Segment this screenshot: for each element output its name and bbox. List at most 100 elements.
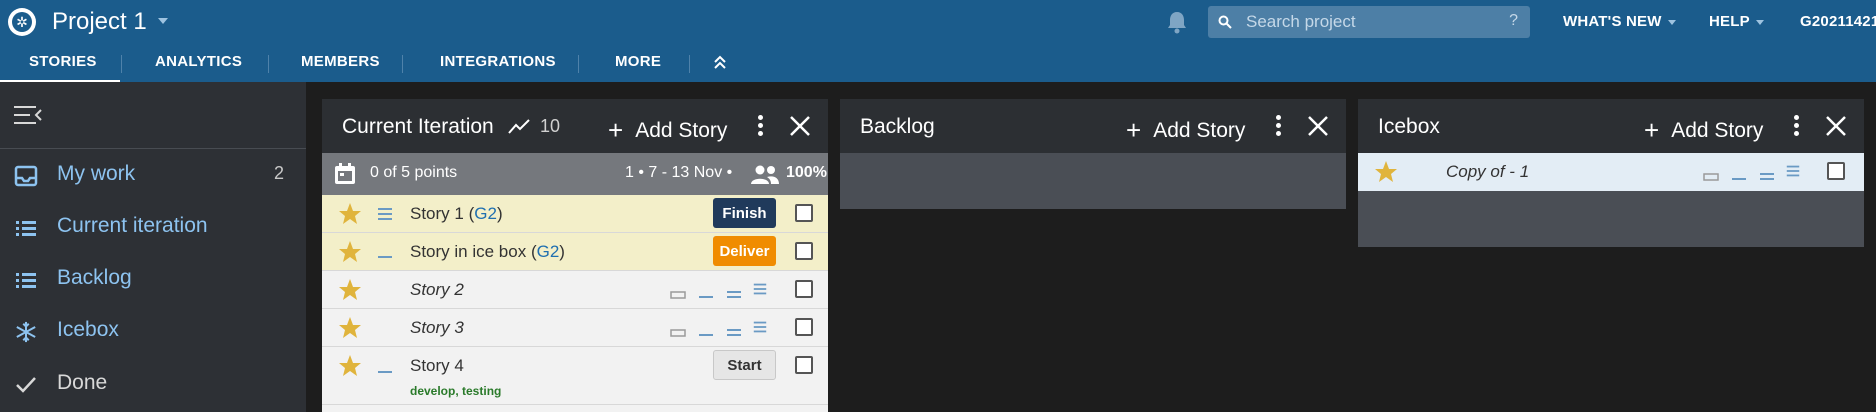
sidebar-item-backlog[interactable]: Backlog	[0, 259, 306, 299]
estimate-one-icon[interactable]	[1731, 165, 1747, 181]
star-icon[interactable]	[338, 354, 362, 378]
estimate-two-icon[interactable]	[1759, 165, 1775, 181]
notification-bell-icon[interactable]	[1166, 10, 1188, 34]
sidebar-item-my-work[interactable]: My work 2	[0, 155, 306, 195]
close-icon[interactable]	[1825, 115, 1847, 137]
project-title[interactable]: Project 1	[52, 8, 147, 36]
estimate-zero-icon[interactable]	[670, 283, 686, 299]
star-icon[interactable]	[338, 202, 362, 226]
collapse-header-icon[interactable]	[712, 54, 728, 70]
add-story-button[interactable]: + Add Story	[608, 113, 727, 145]
sidebar-item-icebox[interactable]: Icebox	[0, 311, 306, 351]
icebox-panel: Icebox + Add Story Copy of - 1	[1358, 99, 1864, 247]
story-row[interactable]: Story 3	[322, 309, 828, 347]
star-icon[interactable]	[338, 316, 362, 340]
add-story-label: Add Story	[1153, 119, 1246, 142]
estimate-three-icon[interactable]	[752, 319, 768, 335]
story-row[interactable]: Story 1 (G2) Finish	[322, 195, 828, 233]
close-icon[interactable]	[789, 115, 811, 137]
help-label: HELP	[1709, 13, 1750, 30]
deliver-button[interactable]: Deliver	[713, 236, 776, 266]
story-row[interactable]: Story in ice box (G2) Deliver	[322, 233, 828, 271]
sidebar-item-done[interactable]: Done	[0, 364, 306, 404]
add-story-button[interactable]: + Add Story	[1126, 113, 1246, 145]
story-title[interactable]: Copy of - 1	[1446, 162, 1529, 182]
sidebar-item-current-iteration[interactable]: Current iteration	[0, 207, 306, 247]
help-menu[interactable]: HELP	[1709, 13, 1764, 30]
search-help-icon[interactable]: ?	[1509, 12, 1518, 30]
calendar-icon	[335, 163, 355, 184]
tab-divider	[402, 55, 403, 73]
velocity-trend-icon	[508, 119, 530, 134]
tab-divider	[268, 55, 269, 73]
iteration-dates: 1 • 7 - 13 Nov •	[625, 164, 733, 181]
whats-new-menu[interactable]: WHAT'S NEW	[1563, 13, 1676, 30]
story-checkbox[interactable]	[1827, 162, 1845, 180]
story-title-close: )	[496, 204, 503, 223]
add-story-button[interactable]: + Add Story	[1644, 113, 1764, 145]
list-icon	[16, 221, 36, 236]
estimate-zero-icon[interactable]	[670, 321, 686, 337]
estimate-zero-icon[interactable]	[1703, 165, 1719, 181]
user-menu[interactable]: G20211421	[1800, 13, 1876, 30]
panel-menu-icon[interactable]	[1794, 115, 1800, 137]
story-checkbox[interactable]	[795, 356, 813, 374]
tab-more[interactable]: MORE	[615, 53, 661, 70]
search-input[interactable]	[1246, 6, 1496, 38]
tab-members[interactable]: MEMBERS	[301, 53, 380, 70]
tab-analytics[interactable]: ANALYTICS	[155, 53, 242, 70]
estimate-three-icon[interactable]	[1785, 163, 1801, 179]
project-dropdown-caret-icon[interactable]	[158, 18, 168, 24]
star-icon[interactable]	[338, 240, 362, 264]
estimate-icon	[378, 371, 392, 373]
story-tag-link[interactable]: G2	[474, 204, 497, 223]
top-bar: ✲ Project 1 ? WHAT'S NEW HELP G20211421	[0, 0, 1876, 44]
estimate-two-icon[interactable]	[726, 283, 742, 299]
sidebar-item-label: Done	[57, 371, 108, 394]
story-title[interactable]: Story 2	[410, 280, 464, 300]
tab-stories[interactable]: STORIES	[29, 53, 97, 70]
start-button[interactable]: Start	[713, 350, 776, 380]
search-box[interactable]: ?	[1208, 6, 1530, 38]
panel-title: Icebox	[1378, 115, 1440, 138]
plus-icon: +	[1126, 115, 1142, 145]
finish-button[interactable]: Finish	[713, 198, 776, 228]
story-row[interactable]: Story 2	[322, 271, 828, 309]
checkmark-icon	[16, 377, 36, 393]
team-icon	[751, 165, 779, 184]
estimate-one-icon[interactable]	[698, 321, 714, 337]
collapse-sidebar-icon[interactable]	[14, 104, 42, 126]
add-story-label: Add Story	[1671, 119, 1764, 142]
tab-integrations[interactable]: INTEGRATIONS	[440, 53, 556, 70]
close-icon[interactable]	[1307, 115, 1329, 137]
story-title[interactable]: Story 4	[410, 356, 464, 376]
iteration-points: 0 of 5 points	[370, 164, 458, 181]
story-title[interactable]: Story in ice box (G2)	[410, 242, 565, 262]
project-tabs: STORIES ANALYTICS MEMBERS INTEGRATIONS M…	[0, 44, 1876, 82]
estimate-one-icon[interactable]	[698, 283, 714, 299]
story-checkbox[interactable]	[795, 242, 813, 260]
list-icon	[16, 273, 36, 288]
story-tag-link[interactable]: G2	[537, 242, 560, 261]
user-name: G20211421	[1800, 13, 1876, 30]
story-checkbox[interactable]	[795, 204, 813, 222]
story-checkbox[interactable]	[795, 318, 813, 336]
story-title[interactable]: Story 1 (G2)	[410, 204, 503, 224]
tracker-logo-icon[interactable]: ✲	[8, 8, 36, 36]
my-work-count: 2	[273, 163, 284, 183]
story-row[interactable]: Copy of - 1	[1358, 153, 1864, 191]
story-row[interactable]: Story 4 Start develop, testing	[322, 347, 828, 405]
story-checkbox[interactable]	[795, 280, 813, 298]
tab-divider	[689, 55, 690, 73]
current-iteration-panel: Current Iteration 10 + Add Story 0 of 5 p…	[322, 99, 828, 412]
panel-menu-icon[interactable]	[1276, 115, 1282, 137]
star-icon[interactable]	[338, 278, 362, 302]
panel-menu-icon[interactable]	[758, 115, 764, 137]
story-title[interactable]: Story 3	[410, 318, 464, 338]
story-labels[interactable]: develop, testing	[410, 384, 501, 398]
estimate-two-icon[interactable]	[726, 321, 742, 337]
star-icon[interactable]	[1374, 160, 1398, 184]
velocity-value: 10	[540, 116, 561, 136]
estimate-three-icon[interactable]	[752, 281, 768, 297]
iteration-summary: 0 of 5 points 1 • 7 - 13 Nov • 100%	[322, 153, 828, 195]
